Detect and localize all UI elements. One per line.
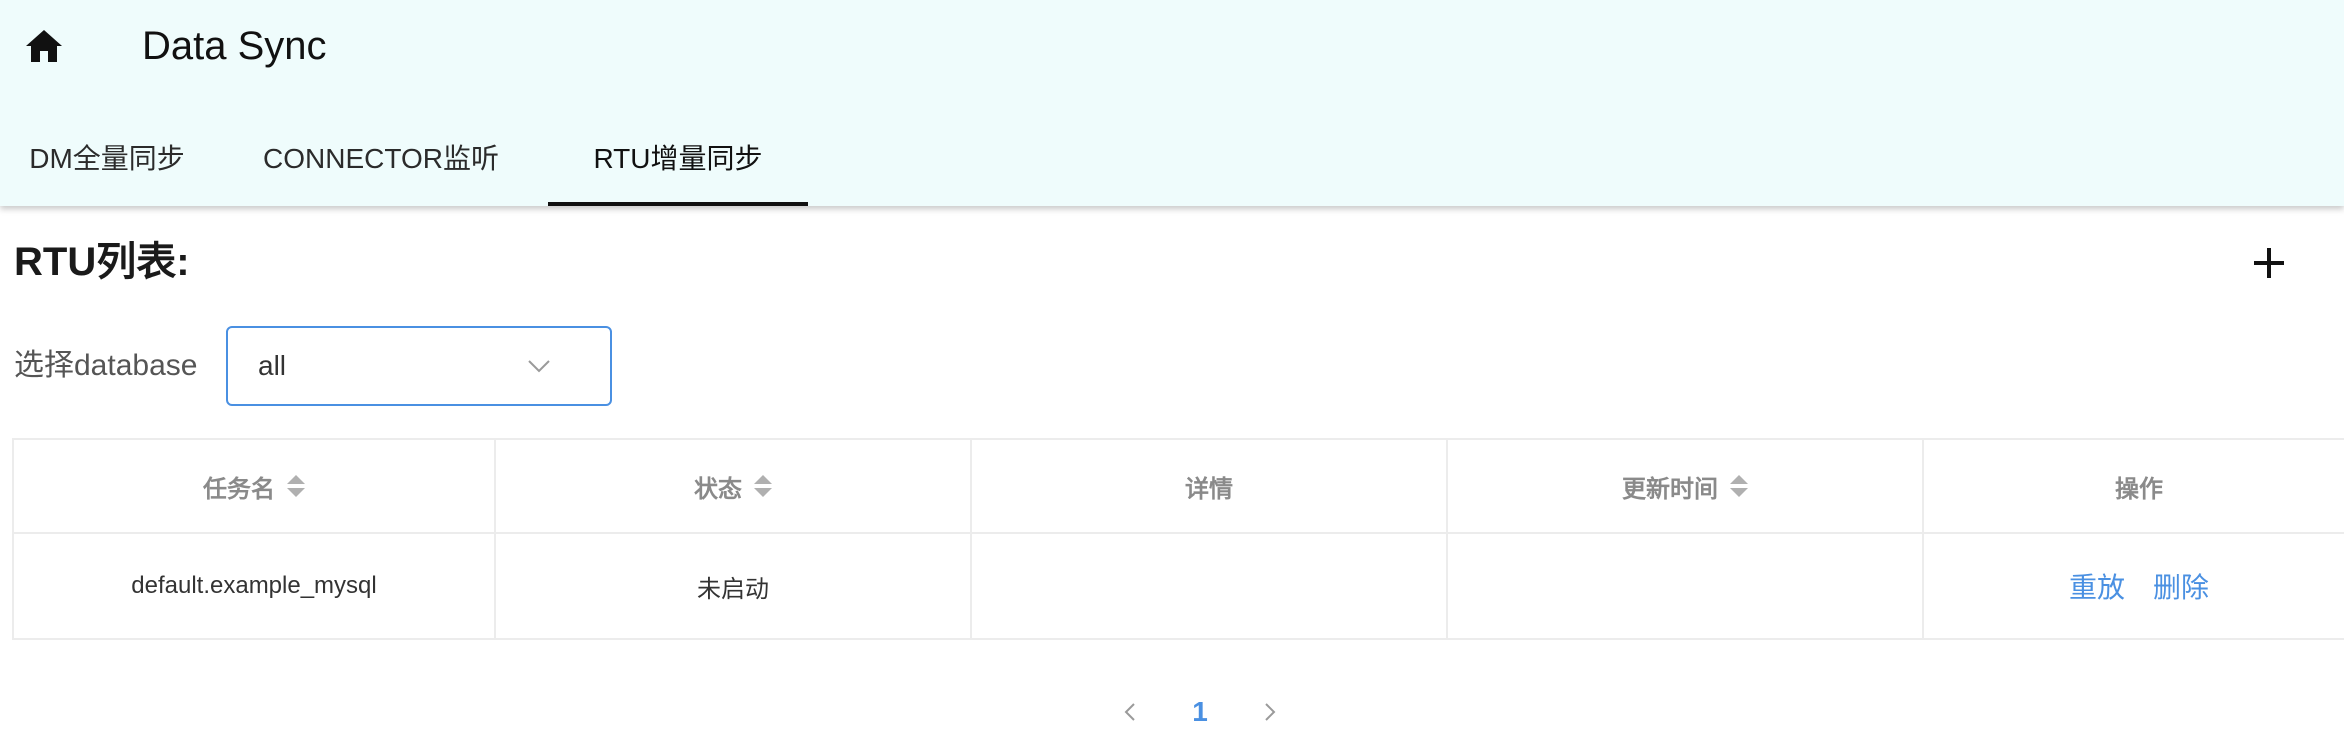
sort-icon[interactable] (754, 475, 772, 497)
replay-button[interactable]: 重放 (2069, 566, 2125, 606)
database-select[interactable]: all (226, 326, 612, 406)
home-button[interactable] (20, 22, 68, 70)
cell-task-name: default.example_mysql (14, 534, 496, 638)
delete-button[interactable]: 删除 (2153, 566, 2209, 606)
tab-rtu-incremental-sync[interactable]: RTU增量同步 (548, 128, 808, 206)
chevron-left-icon (1124, 703, 1135, 721)
rtu-table: 任务名 状态 详情 更新时间 操作 default.example_mysql … (12, 438, 2344, 640)
tab-connector-listen[interactable]: CONNECTOR监听 (214, 128, 548, 206)
plus-icon (2254, 248, 2284, 278)
prev-page-button[interactable] (1110, 692, 1150, 732)
column-header-details: 详情 (972, 440, 1448, 532)
page-number-button[interactable]: 1 (1150, 696, 1250, 728)
sort-icon[interactable] (287, 475, 305, 497)
cell-status: 未启动 (496, 534, 972, 638)
next-page-button[interactable] (1250, 692, 1290, 732)
cell-actions: 重放 删除 (1924, 534, 2344, 638)
tab-bar: DM全量同步 CONNECTOR监听 RTU增量同步 (0, 128, 808, 206)
column-header-status: 状态 (496, 440, 972, 532)
chevron-down-icon (528, 360, 550, 373)
add-button[interactable] (2246, 240, 2292, 286)
tab-dm-full-sync[interactable]: DM全量同步 (0, 128, 214, 206)
column-header-updated-at: 更新时间 (1448, 440, 1924, 532)
database-select-value: all (258, 350, 287, 381)
table-row: default.example_mysql 未启动 重放 删除 (14, 534, 2344, 638)
cell-details (972, 534, 1448, 638)
page-title: RTU列表: (14, 240, 190, 284)
column-header-actions: 操作 (2115, 475, 2163, 503)
column-header-task-name: 任务名 (14, 440, 496, 532)
app-title: Data Sync (142, 24, 327, 68)
pagination: 1 (1110, 690, 1290, 734)
database-filter-label: 选择database (14, 349, 198, 382)
sort-icon[interactable] (1730, 475, 1748, 497)
table-header: 任务名 状态 详情 更新时间 操作 (14, 440, 2344, 534)
app-bar: Data Sync DM全量同步 CONNECTOR监听 RTU增量同步 (0, 0, 2344, 206)
cell-updated-at (1448, 534, 1924, 638)
home-icon (26, 30, 62, 62)
chevron-right-icon (1265, 703, 1276, 721)
